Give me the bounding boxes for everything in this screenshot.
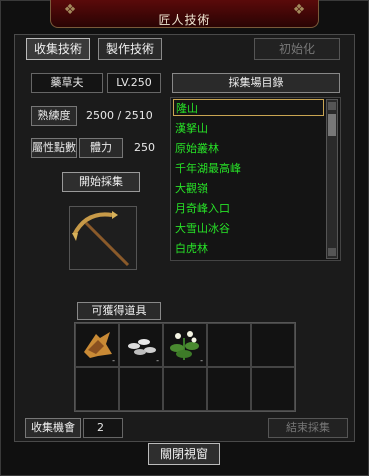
- tab-gathering[interactable]: 收集技術: [26, 38, 90, 60]
- item-slot[interactable]: [251, 323, 295, 367]
- item-quantity: -: [112, 356, 115, 365]
- item-slot[interactable]: [75, 367, 119, 411]
- window-title: 匠人技術: [158, 13, 211, 27]
- item-slot[interactable]: [207, 367, 251, 411]
- scroll-up-icon[interactable]: [328, 102, 336, 110]
- location-item[interactable]: 千年湖最高峰: [173, 160, 326, 177]
- close-window-button[interactable]: 關閉視窗: [148, 443, 220, 465]
- item-quantity: -: [200, 356, 203, 365]
- item-slot[interactable]: -: [75, 323, 119, 367]
- reset-button[interactable]: 初始化: [254, 38, 340, 60]
- gather-chance-value: 2: [83, 418, 123, 438]
- end-gathering-button[interactable]: 結束採集: [268, 418, 348, 438]
- scroll-down-icon[interactable]: [328, 248, 336, 256]
- proficiency-value: 2500 / 2510: [86, 109, 153, 122]
- item-slot[interactable]: [251, 367, 295, 411]
- location-item[interactable]: 大雪山冰谷: [173, 220, 326, 237]
- location-item[interactable]: 隆山: [173, 99, 324, 116]
- scroll-thumb[interactable]: [328, 114, 336, 136]
- tab-crafting[interactable]: 製作技術: [98, 38, 162, 60]
- item-slot[interactable]: [163, 367, 207, 411]
- item-slot[interactable]: -: [119, 323, 163, 367]
- obtainable-items-header: 可獲得道具: [77, 302, 161, 320]
- location-item[interactable]: 大觀嶺: [173, 180, 326, 197]
- location-item[interactable]: 月奇峰入口: [173, 200, 326, 217]
- attribute-name: 體力: [79, 138, 123, 158]
- item-slot[interactable]: -: [163, 323, 207, 367]
- attribute-points-label: 屬性點數: [31, 138, 77, 158]
- start-gathering-button[interactable]: 開始採集: [62, 172, 140, 192]
- proficiency-label: 熟練度: [31, 106, 77, 126]
- job-name: 藥草夫: [31, 73, 103, 93]
- tool-slot: [69, 206, 137, 270]
- gather-chance-label: 收集機會: [25, 418, 81, 438]
- pickaxe-icon: [72, 211, 130, 267]
- item-slot[interactable]: [119, 367, 163, 411]
- location-scrollbar[interactable]: [326, 99, 338, 259]
- item-quantity: -: [156, 356, 159, 365]
- attribute-value: 250: [134, 141, 155, 154]
- job-level: LV.250: [107, 73, 161, 93]
- location-item[interactable]: 白虎林: [173, 240, 326, 257]
- location-list: 隆山 漢拏山 原始叢林 千年湖最高峰 大觀嶺 月奇峰入口 大雪山冰谷 白虎林: [170, 97, 341, 261]
- location-item[interactable]: 漢拏山: [173, 120, 326, 137]
- location-list-header: 採集場目錄: [172, 73, 340, 93]
- location-item[interactable]: 原始叢林: [173, 140, 326, 157]
- item-slot[interactable]: [207, 323, 251, 367]
- item-grid: - - -: [74, 322, 296, 412]
